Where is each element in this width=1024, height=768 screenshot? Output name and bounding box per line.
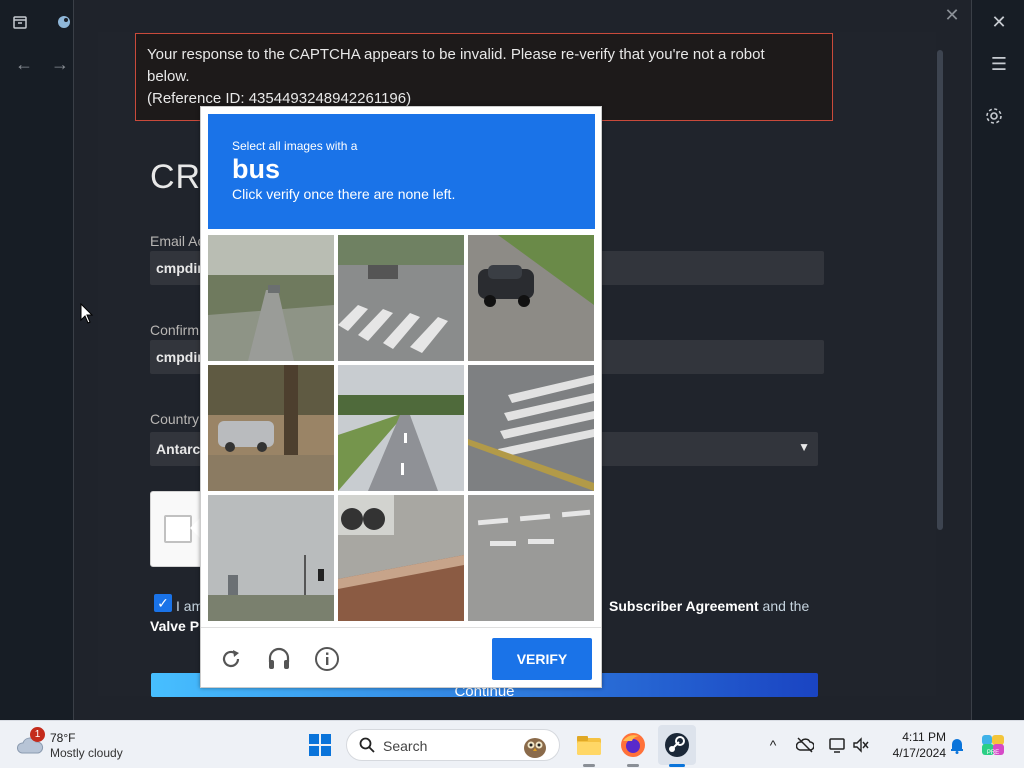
display-icon[interactable] (828, 736, 846, 754)
windows-taskbar: 1 78°F Mostly cloudy Search ^ 4:11 PM 4/… (0, 720, 1024, 768)
audio-challenge-icon[interactable] (266, 646, 292, 672)
subscriber-agreement-link[interactable]: Subscriber Agreement (609, 598, 759, 614)
confirm-email-value: cmpdir (156, 349, 203, 365)
scrollbar[interactable] (937, 50, 943, 530)
country-value: Antarc (156, 441, 201, 457)
forward-arrow-icon[interactable]: → (48, 52, 72, 76)
mouse-cursor-icon (80, 303, 94, 324)
file-explorer-icon[interactable] (575, 731, 603, 759)
captcha-tile[interactable] (468, 365, 594, 491)
info-icon[interactable] (314, 646, 340, 672)
gear-icon[interactable] (984, 106, 1004, 126)
screen: ← → ✕ ☰ ✕ Your response to the CAPTCHA a… (0, 0, 1024, 768)
agree-checkbox[interactable]: ✓ (154, 594, 172, 612)
country-label: Country (150, 411, 200, 427)
captcha-challenge-popup: Select all images with a bus Click verif… (200, 106, 602, 688)
agree-text-right: Subscriber Agreement and the (609, 598, 809, 614)
windows-start-icon[interactable] (309, 734, 331, 756)
valve-privacy-link[interactable]: Valve Pr (150, 618, 205, 634)
captcha-target-word: bus (232, 154, 281, 184)
steam-taskbar-button[interactable] (658, 725, 696, 765)
captcha-tile[interactable] (468, 495, 594, 621)
steam-icon (665, 733, 689, 757)
modal-close-icon[interactable]: ✕ (941, 4, 963, 26)
email-value: cmpdir (156, 260, 203, 276)
chevron-down-icon: ▼ (798, 440, 810, 454)
system-clock[interactable]: 4:11 PM 4/17/2024 (880, 729, 946, 761)
recaptcha-checkbox[interactable] (164, 515, 192, 543)
email-label: Email Ac (150, 233, 205, 249)
notification-bell-icon[interactable] (948, 736, 966, 754)
captcha-footer: VERIFY (201, 627, 601, 688)
search-label: Search (383, 738, 428, 754)
error-line-1: Your response to the CAPTCHA appears to … (147, 46, 765, 63)
explorer-running-indicator (583, 764, 595, 767)
captcha-tile[interactable] (338, 495, 464, 621)
chevron-up-icon[interactable]: ^ (764, 736, 782, 754)
steam-left-panel (0, 0, 73, 720)
window-close-icon[interactable]: ✕ (987, 10, 1011, 34)
search-highlight-owl-icon (524, 738, 546, 758)
refresh-icon[interactable] (218, 646, 244, 672)
captcha-tile[interactable] (468, 235, 594, 361)
clock-date: 4/17/2024 (892, 746, 946, 760)
captcha-image-grid (208, 235, 595, 622)
notification-badge: 1 (30, 727, 45, 742)
firefox-running-indicator (627, 764, 639, 767)
agree-and-text: and the (758, 598, 810, 614)
weather-widget[interactable]: 1 78°F Mostly cloudy (16, 727, 136, 763)
confirm-email-label: Confirm (150, 322, 200, 338)
captcha-instruction: Select all images with a (232, 139, 358, 153)
captcha-header: Select all images with a bus Click verif… (208, 114, 595, 229)
menu-icon[interactable]: ☰ (987, 52, 1011, 76)
library-icon[interactable] (8, 10, 32, 34)
clock-time: 4:11 PM (902, 730, 946, 744)
taskbar-search[interactable]: Search (346, 729, 560, 761)
error-line-2: below. (147, 68, 190, 85)
svg-text:PRE: PRE (987, 750, 999, 756)
captcha-tile[interactable] (208, 235, 334, 361)
captcha-tile[interactable] (208, 365, 334, 491)
back-arrow-icon[interactable]: ← (12, 52, 36, 76)
captcha-subtext: Click verify once there are none left. (232, 186, 456, 202)
weather-condition: Mostly cloudy (50, 746, 123, 760)
weather-temperature: 78°F (50, 731, 76, 745)
cloud-offline-icon[interactable] (796, 736, 814, 754)
volume-muted-icon[interactable] (852, 736, 870, 754)
captcha-tile[interactable] (338, 365, 464, 491)
firefox-icon[interactable] (619, 731, 647, 759)
captcha-pointer (190, 518, 200, 538)
search-icon (359, 737, 375, 753)
steam-active-indicator (669, 764, 685, 767)
verify-button[interactable]: VERIFY (492, 638, 592, 680)
copilot-icon[interactable]: PRE (980, 732, 1006, 758)
captcha-tile[interactable] (208, 495, 334, 621)
captcha-tile[interactable] (338, 235, 464, 361)
